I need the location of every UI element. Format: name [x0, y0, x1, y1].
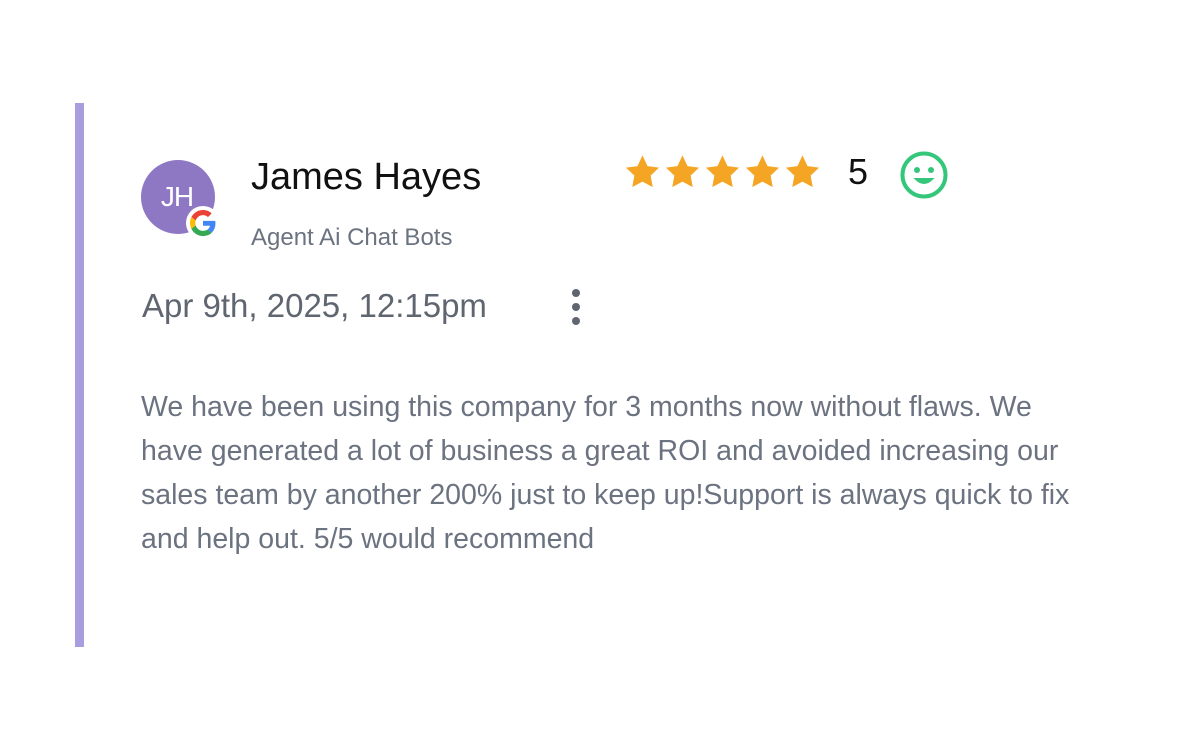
review-card	[75, 103, 1125, 647]
more-vertical-icon-dot	[572, 317, 580, 325]
more-vertical-icon	[572, 289, 580, 297]
company-name: Agent Ai Chat Bots	[251, 224, 453, 251]
star-icon	[745, 155, 780, 188]
review-text: We have been using this company for 3 mo…	[141, 391, 1070, 555]
review-date: Apr 9th, 2025, 12:15pm	[142, 287, 487, 324]
avatar-initials: JH	[160, 181, 194, 212]
star-icon	[705, 155, 740, 188]
google-icon	[186, 206, 220, 240]
rating-number: 5	[848, 151, 869, 192]
star-icon	[785, 155, 820, 188]
google-logo	[190, 210, 216, 236]
star-icon	[665, 155, 700, 188]
reviewer-name: James Hayes	[251, 156, 482, 198]
star-icon	[625, 155, 660, 188]
more-vertical-icon-dot	[572, 303, 580, 311]
star-rating	[623, 152, 822, 192]
smiley-face-icon	[900, 151, 948, 199]
more-options-button[interactable]	[556, 282, 596, 332]
